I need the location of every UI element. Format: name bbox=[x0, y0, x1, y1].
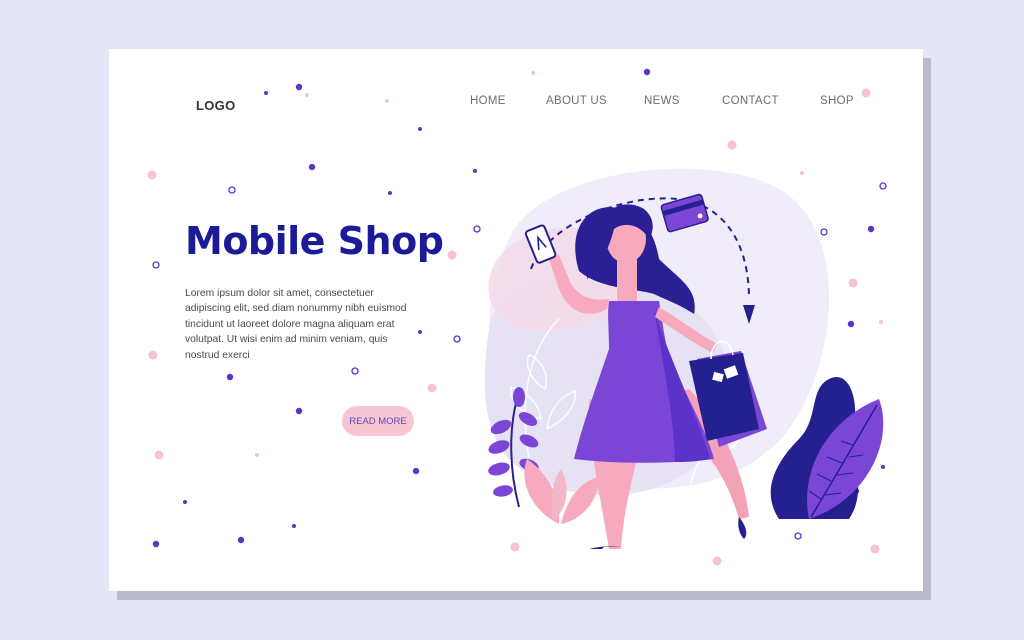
nav-about-us[interactable]: ABOUT US bbox=[546, 95, 607, 107]
main-nav: HOME ABOUT US NEWS CONTACT SHOP bbox=[109, 95, 923, 113]
landing-card: LOGO HOME ABOUT US NEWS CONTACT SHOP Mob… bbox=[109, 49, 923, 591]
read-more-button[interactable]: READ MORE bbox=[342, 406, 414, 436]
shopping-woman-illustration bbox=[484, 168, 884, 549]
nav-home[interactable]: HOME bbox=[470, 95, 506, 107]
nav-news[interactable]: NEWS bbox=[644, 95, 680, 107]
nav-shop[interactable]: SHOP bbox=[820, 95, 854, 107]
nav-contact[interactable]: CONTACT bbox=[722, 95, 779, 107]
hero-title: Mobile Shop bbox=[185, 219, 444, 263]
hero-description: Lorem ipsum dolor sit amet, consectetuer… bbox=[185, 288, 407, 361]
